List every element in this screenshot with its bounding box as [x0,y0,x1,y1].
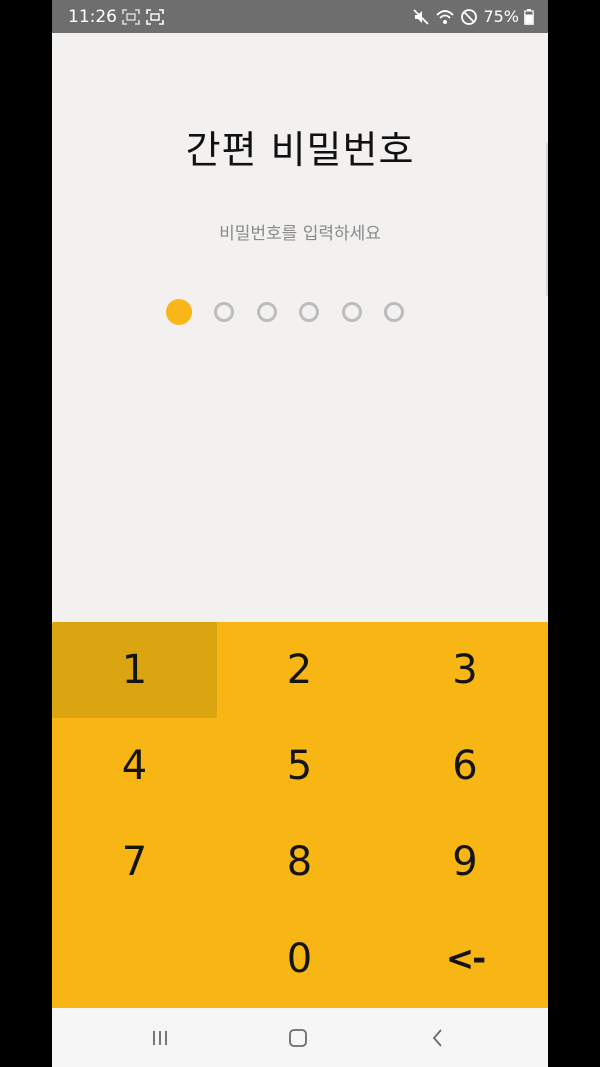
pin-indicator [166,299,404,326]
battery-percentage: 75% [483,7,519,26]
pin-dot-empty [214,302,235,322]
key-0[interactable]: 0 [217,910,382,1008]
key-7[interactable]: 7 [52,814,217,910]
phone-screen: 11:26 75% 간편 비밀번호 비밀번호를 입력하세요 1 2 3 4 5 … [52,0,548,1067]
pin-dot-filled [166,299,192,325]
key-3[interactable]: 3 [382,622,548,718]
pin-dot-empty [256,302,277,322]
battery-icon [524,9,534,25]
key-1[interactable]: 1 [52,622,217,718]
key-4[interactable]: 4 [52,718,217,814]
home-icon[interactable] [286,1026,310,1050]
key-backspace[interactable]: <- [382,910,548,1008]
scroll-edge-indicator [546,142,548,296]
page-subtitle: 비밀번호를 입력하세요 [219,224,381,244]
key-8[interactable]: 8 [217,814,382,910]
pin-dot-empty [299,302,320,322]
navigation-bar [52,1008,548,1067]
screen-record-icon [146,9,164,25]
key-9[interactable]: 9 [382,814,548,910]
key-empty [52,910,217,1008]
wifi-icon [435,8,455,26]
pin-dot-empty [341,302,362,322]
key-5[interactable]: 5 [217,718,382,814]
recent-apps-icon[interactable] [148,1026,172,1050]
key-2[interactable]: 2 [217,622,382,718]
status-right-icons: 75% [412,6,534,28]
back-icon[interactable] [426,1026,450,1050]
do-not-disturb-icon [460,8,478,26]
key-6[interactable]: 6 [382,718,548,814]
mute-icon [412,8,430,26]
numeric-keypad: 1 2 3 4 5 6 7 8 9 0 <- [52,622,548,1008]
page-title: 간편 비밀번호 [185,128,415,172]
screenshot-icon [122,9,140,25]
status-time: 11:26 [68,7,117,27]
status-left-icons [122,9,164,25]
pin-dot-empty [383,302,404,322]
status-bar: 11:26 75% [52,0,548,33]
